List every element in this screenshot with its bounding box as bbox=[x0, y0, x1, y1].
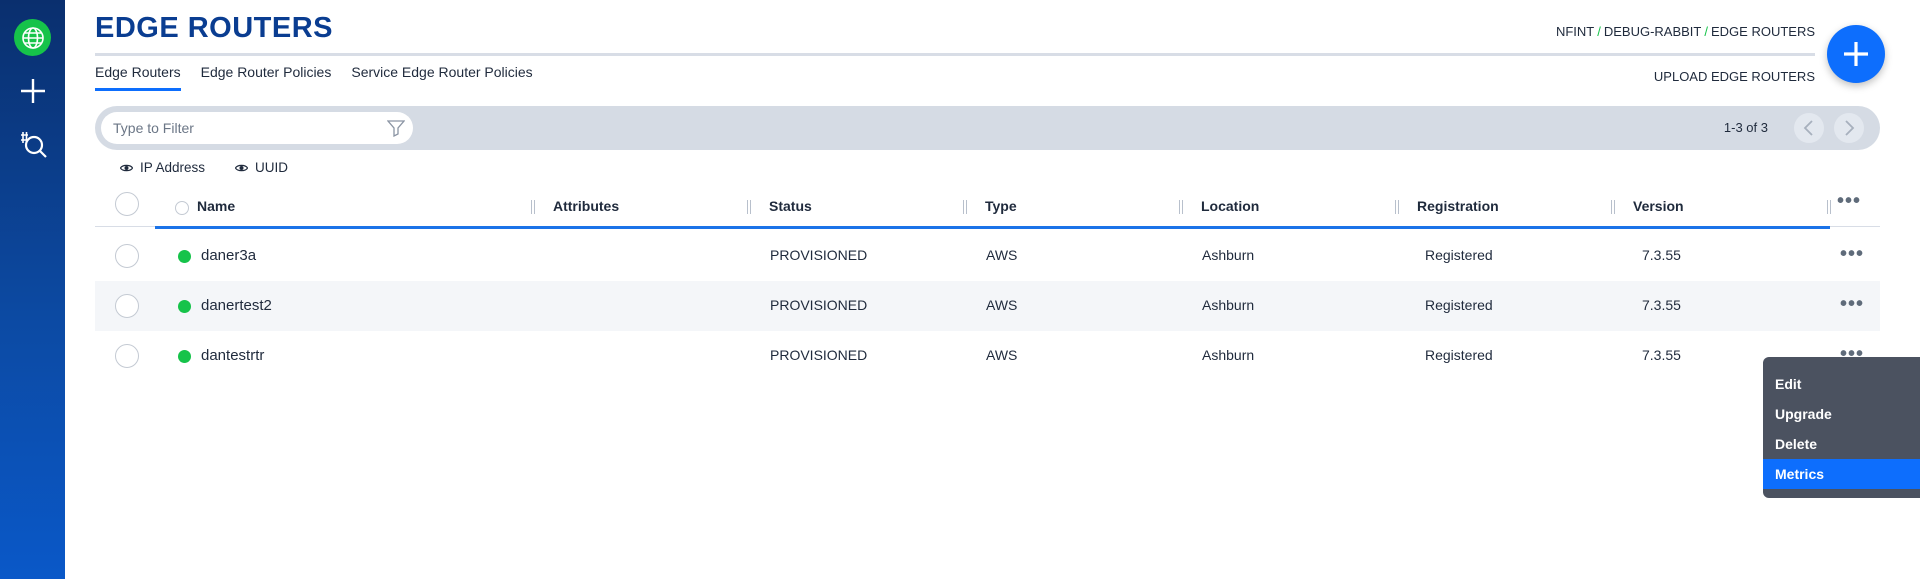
column-header-type[interactable]: Type bbox=[985, 198, 1017, 214]
menu-item-edit[interactable]: Edit bbox=[1763, 369, 1920, 399]
cell-version: 7.3.55 bbox=[1642, 297, 1681, 313]
cell-registration: Registered bbox=[1425, 297, 1493, 313]
row-actions-icon[interactable]: ••• bbox=[1840, 293, 1864, 316]
column-header-status[interactable]: Status bbox=[769, 198, 812, 214]
cell-status: PROVISIONED bbox=[770, 247, 868, 263]
eye-icon bbox=[235, 164, 249, 171]
table-row[interactable]: dantestrtr PROVISIONED AWS Ashburn Regis… bbox=[95, 331, 1880, 381]
column-toggles: IP Address UUID bbox=[120, 160, 288, 175]
column-header-version[interactable]: Version bbox=[1633, 198, 1684, 214]
table-row[interactable]: danertest2 PROVISIONED AWS Ashburn Regis… bbox=[95, 281, 1880, 331]
column-resizer[interactable] bbox=[1827, 200, 1831, 214]
column-header-attributes[interactable]: Attributes bbox=[553, 198, 619, 214]
cell-status: PROVISIONED bbox=[770, 347, 868, 363]
breadcrumb-item-org[interactable]: NFINT bbox=[1556, 24, 1594, 39]
column-resizer[interactable] bbox=[747, 200, 751, 214]
header-divider bbox=[95, 53, 1815, 56]
filter-input[interactable] bbox=[101, 112, 413, 144]
cell-status: PROVISIONED bbox=[770, 297, 868, 313]
row-actions-icon[interactable]: ••• bbox=[1840, 243, 1864, 266]
header-progress-line bbox=[155, 226, 1830, 229]
cell-name[interactable]: danertest2 bbox=[201, 297, 272, 314]
row-checkbox[interactable] bbox=[115, 344, 139, 368]
toggle-ip-address[interactable]: IP Address bbox=[120, 160, 205, 175]
column-resizer[interactable] bbox=[531, 200, 535, 214]
menu-item-metrics[interactable]: Metrics bbox=[1763, 459, 1920, 489]
breadcrumb-separator: / bbox=[1597, 24, 1601, 39]
toggle-label: UUID bbox=[255, 160, 289, 175]
menu-item-upgrade[interactable]: Upgrade bbox=[1763, 399, 1920, 429]
breadcrumb-item-network[interactable]: DEBUG-RABBIT bbox=[1604, 24, 1702, 39]
pager-label: 1-3 of 3 bbox=[1723, 120, 1768, 135]
cell-location: Ashburn bbox=[1202, 247, 1255, 263]
upload-edge-routers-link[interactable]: UPLOAD EDGE ROUTERS bbox=[1654, 69, 1815, 84]
cell-location: Ashburn bbox=[1202, 347, 1255, 363]
cell-registration: Registered bbox=[1425, 247, 1493, 263]
add-edge-router-button[interactable] bbox=[1827, 25, 1885, 83]
toggle-label: IP Address bbox=[140, 160, 206, 175]
cell-name[interactable]: daner3a bbox=[201, 247, 256, 264]
column-header-name[interactable]: Name bbox=[197, 198, 235, 214]
column-header-location[interactable]: Location bbox=[1201, 198, 1259, 214]
left-nav bbox=[0, 0, 65, 579]
eye-icon bbox=[120, 164, 133, 171]
globe-icon[interactable] bbox=[14, 19, 51, 56]
nav-add-icon[interactable] bbox=[14, 72, 51, 109]
breadcrumb: NFINT / DEBUG-RABBIT / EDGE ROUTERS bbox=[1556, 24, 1815, 39]
column-menu-icon[interactable]: ••• bbox=[1837, 190, 1861, 213]
breadcrumb-separator: / bbox=[1704, 24, 1708, 39]
search-tag-icon[interactable] bbox=[14, 126, 51, 163]
status-online-dot bbox=[178, 300, 191, 313]
plus-icon bbox=[1844, 42, 1868, 66]
page-title: EDGE ROUTERS bbox=[95, 12, 334, 44]
row-checkbox[interactable] bbox=[115, 294, 139, 318]
column-resizer[interactable] bbox=[963, 200, 967, 214]
column-header-registration[interactable]: Registration bbox=[1417, 198, 1499, 214]
cell-version: 7.3.55 bbox=[1642, 247, 1681, 263]
cell-type: AWS bbox=[986, 347, 1018, 363]
cell-name[interactable]: dantestrtr bbox=[201, 347, 264, 364]
row-checkbox[interactable] bbox=[115, 244, 139, 268]
column-resizer[interactable] bbox=[1395, 200, 1399, 214]
filter-icon[interactable] bbox=[387, 119, 405, 137]
chevron-right-icon[interactable] bbox=[1834, 113, 1864, 143]
chevron-left-icon[interactable] bbox=[1794, 113, 1824, 143]
tab-edge-routers[interactable]: Edge Routers bbox=[95, 64, 181, 91]
table-row[interactable]: daner3a PROVISIONED AWS Ashburn Register… bbox=[95, 231, 1880, 281]
tab-bar: Edge Routers Edge Router Policies Servic… bbox=[95, 64, 533, 91]
cell-location: Ashburn bbox=[1202, 297, 1255, 313]
tab-service-edge-router-policies[interactable]: Service Edge Router Policies bbox=[351, 64, 532, 91]
toggle-uuid[interactable]: UUID bbox=[235, 160, 288, 175]
breadcrumb-item-page: EDGE ROUTERS bbox=[1710, 24, 1815, 39]
cell-registration: Registered bbox=[1425, 347, 1493, 363]
tab-edge-router-policies[interactable]: Edge Router Policies bbox=[201, 64, 332, 91]
status-online-dot bbox=[178, 350, 191, 363]
status-online-dot bbox=[178, 250, 191, 263]
name-sort-indicator[interactable] bbox=[175, 201, 189, 215]
select-all-checkbox[interactable] bbox=[115, 192, 139, 216]
menu-item-delete[interactable]: Delete bbox=[1763, 429, 1920, 459]
row-context-menu: Edit Upgrade Delete Metrics bbox=[1763, 357, 1920, 498]
column-resizer[interactable] bbox=[1179, 200, 1183, 214]
cell-type: AWS bbox=[986, 247, 1018, 263]
cell-type: AWS bbox=[986, 297, 1018, 313]
filter-bar: 1-3 of 3 bbox=[95, 106, 1880, 150]
cell-version: 7.3.55 bbox=[1642, 347, 1681, 363]
column-resizer[interactable] bbox=[1611, 200, 1615, 214]
table-header: Name Attributes Status Type Location Reg… bbox=[95, 188, 1880, 228]
